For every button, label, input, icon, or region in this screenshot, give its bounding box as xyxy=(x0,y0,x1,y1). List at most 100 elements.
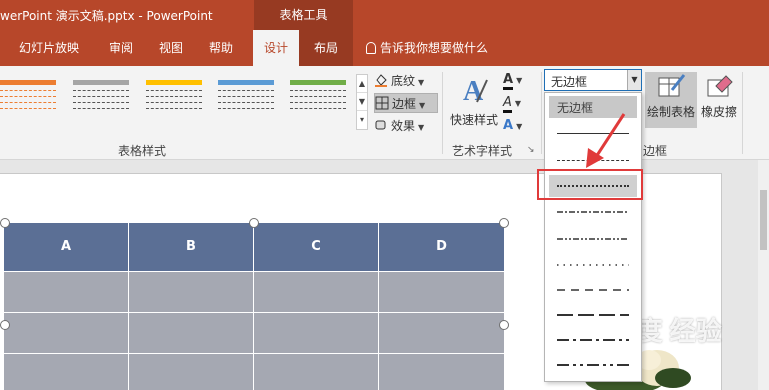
ribbon: ▲ ▼ ▾ 表格样式 底纹 ▼ 边框 ▼ 效果 ▼ A 快速样式 A ▼ A ▼ A ▼ 艺… xyxy=(0,66,769,160)
tell-me-search[interactable]: 告诉我你想要做什么 xyxy=(366,30,488,66)
table-cell[interactable] xyxy=(4,272,129,313)
gallery-scroller[interactable]: ▲ ▼ ▾ xyxy=(356,74,368,130)
red-arrow-icon xyxy=(586,113,626,168)
text-effects-caret-icon: ▼ xyxy=(516,122,523,131)
effects-icon xyxy=(375,120,386,130)
border-option-long-dash[interactable] xyxy=(549,305,637,327)
border-option-dash-dot[interactable] xyxy=(549,202,637,224)
shading-label: 底纹 xyxy=(391,74,416,88)
table-cell[interactable] xyxy=(129,354,254,390)
table-row xyxy=(4,271,504,313)
table-style-gray[interactable] xyxy=(73,80,129,122)
border-option-long-dash-dot-dot[interactable] xyxy=(549,355,637,377)
text-outline-button[interactable]: A ▼ xyxy=(503,95,522,113)
tell-me-label: 告诉我你想要做什么 xyxy=(380,41,489,55)
draw-borders-group-label: 边框 xyxy=(643,144,668,158)
window-title: werPoint 演示文稿.pptx - PowerPoint xyxy=(0,9,213,23)
text-fill-button[interactable]: A ▼ xyxy=(503,72,523,90)
draw-table-label: 绘制表格 xyxy=(646,105,695,119)
vertical-scrollbar[interactable] xyxy=(758,160,769,390)
scrollbar-thumb[interactable] xyxy=(760,190,767,250)
effects-caret-icon: ▼ xyxy=(418,123,425,132)
effects-label: 效果 xyxy=(391,119,416,133)
table-styles-group-label: 表格样式 xyxy=(118,144,167,158)
border-option-dashed-long[interactable] xyxy=(549,280,637,302)
resize-handle[interactable] xyxy=(249,218,259,228)
text-fill-icon: A xyxy=(503,72,514,90)
svg-text:A: A xyxy=(463,76,484,106)
table-tools-context-tab: 表格工具 xyxy=(254,0,353,30)
text-outline-icon: A xyxy=(503,95,512,113)
table-style-gold[interactable] xyxy=(146,80,202,122)
wordart-a-icon: A xyxy=(463,76,488,107)
tab-layout[interactable]: 布局 xyxy=(299,30,353,66)
shading-caret-icon: ▼ xyxy=(418,78,425,87)
wordart-group-label: 艺术字样式 xyxy=(452,144,513,158)
tab-view[interactable]: 视图 xyxy=(150,30,192,66)
group-separator xyxy=(742,72,743,154)
borders-caret-icon: ▼ xyxy=(419,101,426,110)
gallery-more-icon[interactable]: ▾ xyxy=(357,111,367,129)
dialog-launcher-icon[interactable]: ↘ xyxy=(527,145,535,155)
table-header-cell[interactable]: D xyxy=(379,223,504,271)
gallery-down-icon[interactable]: ▼ xyxy=(357,93,367,111)
tab-review[interactable]: 审阅 xyxy=(100,30,142,66)
resize-handle[interactable] xyxy=(499,218,509,228)
table-style-blue[interactable] xyxy=(218,80,274,122)
table-cell[interactable] xyxy=(379,313,504,354)
borders-grid-icon xyxy=(375,96,389,110)
borders-button[interactable]: 边框 ▼ xyxy=(374,93,438,113)
tab-help[interactable]: 帮助 xyxy=(200,30,242,66)
table-cell[interactable] xyxy=(254,272,379,313)
table-style-green[interactable] xyxy=(290,80,346,122)
draw-table-button[interactable]: 绘制表格 xyxy=(645,72,697,128)
quick-styles-label: 快速样式 xyxy=(449,113,498,127)
paint-bucket-icon xyxy=(375,74,387,87)
table-cell[interactable] xyxy=(4,354,129,390)
border-style-value: 无边框 xyxy=(551,75,588,89)
eraser-label: 橡皮擦 xyxy=(700,105,737,119)
combo-dropdown-icon[interactable]: ▼ xyxy=(627,70,641,90)
effects-button[interactable]: 效果 ▼ xyxy=(374,116,438,136)
selection-highlight-box xyxy=(537,169,643,200)
table-row xyxy=(4,312,504,354)
table-cell[interactable] xyxy=(379,272,504,313)
title-bar: werPoint 演示文稿.pptx - PowerPoint 表格工具 xyxy=(0,0,769,30)
table-header-cell[interactable]: C xyxy=(254,223,379,271)
tab-design[interactable]: 设计 xyxy=(253,30,299,66)
border-option-long-dash-dot[interactable] xyxy=(549,330,637,352)
table-cell[interactable] xyxy=(4,313,129,354)
ribbon-tab-bar: 幻灯片放映 审阅 视图 帮助 设计 布局 告诉我你想要做什么 xyxy=(0,30,769,66)
border-option-dotted[interactable] xyxy=(549,255,637,277)
draw-table-icon xyxy=(658,74,686,97)
shading-button[interactable]: 底纹 ▼ xyxy=(374,71,438,91)
text-effects-icon: A xyxy=(503,118,514,133)
table-cell[interactable] xyxy=(379,354,504,390)
table-header-cell[interactable]: B xyxy=(129,223,254,271)
table-row xyxy=(4,353,504,390)
text-outline-caret-icon: ▼ xyxy=(514,99,522,108)
table-cell[interactable] xyxy=(254,313,379,354)
table-style-orange[interactable] xyxy=(0,80,56,122)
table-cell[interactable] xyxy=(254,354,379,390)
resize-handle[interactable] xyxy=(0,320,10,330)
resize-handle[interactable] xyxy=(499,320,509,330)
table-styles-gallery xyxy=(0,74,355,126)
borders-label: 边框 xyxy=(392,97,417,111)
group-separator xyxy=(541,72,542,154)
table-cell[interactable] xyxy=(129,272,254,313)
eraser-button[interactable]: 橡皮擦 xyxy=(699,72,739,120)
eraser-icon xyxy=(707,75,733,97)
gallery-up-icon[interactable]: ▲ xyxy=(357,75,367,93)
group-separator xyxy=(442,72,443,154)
quick-styles-button[interactable]: A 快速样式 xyxy=(447,72,501,128)
border-style-combo[interactable]: 无边框 ▼ xyxy=(544,69,642,91)
border-option-dash-dot-dot[interactable] xyxy=(549,229,637,251)
resize-handle[interactable] xyxy=(0,218,10,228)
text-effects-button[interactable]: A ▼ xyxy=(503,118,522,133)
table-header-cell[interactable]: A xyxy=(4,223,129,271)
text-fill-caret-icon: ▼ xyxy=(516,76,523,85)
table-header-row: A B C D xyxy=(4,223,504,271)
table-cell[interactable] xyxy=(129,313,254,354)
tab-slideshow[interactable]: 幻灯片放映 xyxy=(10,30,88,66)
